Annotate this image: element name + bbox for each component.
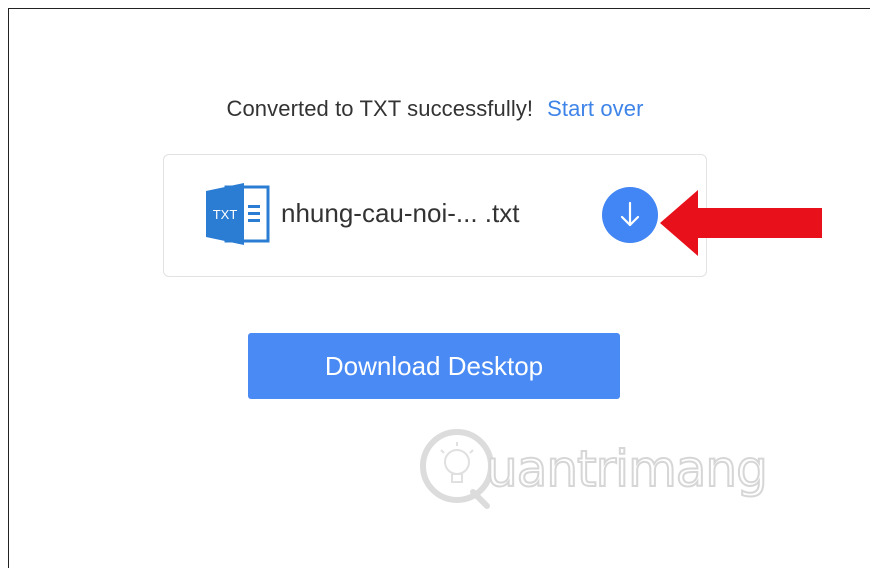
success-message: Converted to TXT successfully! [226,96,534,121]
red-arrow-icon [652,188,824,258]
file-name: nhung-cau-noi-... .txt [281,198,520,228]
txt-file-icon: TXT [206,183,270,245]
watermark-text: uantrimang [485,439,769,499]
arrow-down-icon [620,201,640,227]
download-desktop-button[interactable]: Download Desktop [248,333,620,399]
start-over-link[interactable]: Start over [547,96,643,121]
download-file-button[interactable] [602,187,658,243]
watermark-initial: Q [413,422,414,423]
conversion-status: Converted to TXT successfully! Start over [0,96,870,122]
txt-icon-label: TXT [213,207,238,222]
